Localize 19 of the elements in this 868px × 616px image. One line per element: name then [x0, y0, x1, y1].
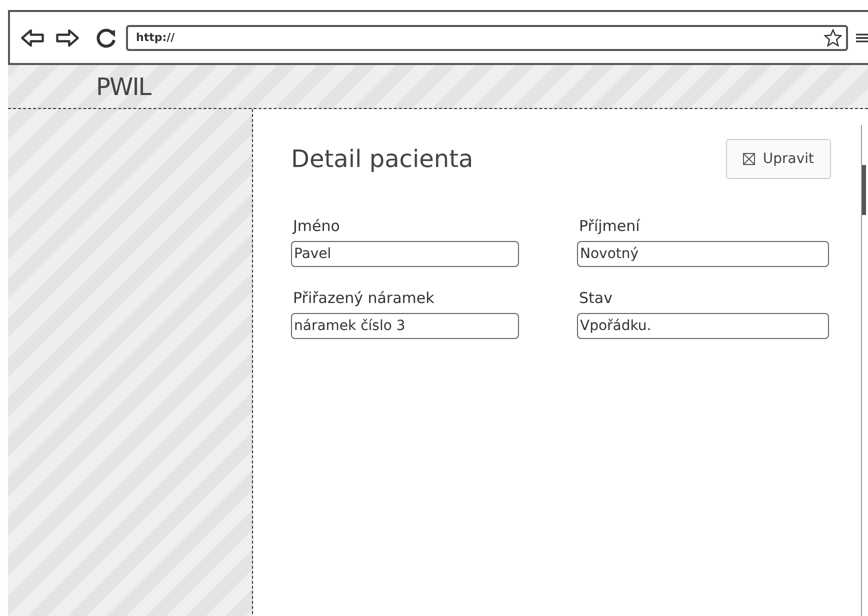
scrollbar[interactable]	[861, 125, 868, 616]
page-title: Detail pacienta	[291, 145, 474, 173]
edit-button[interactable]: Upravit	[726, 139, 831, 179]
star-icon[interactable]	[824, 28, 842, 46]
field-label: Stav	[578, 289, 614, 307]
reload-icon[interactable]	[94, 26, 118, 50]
back-icon[interactable]	[20, 28, 46, 48]
input-field[interactable]: Pavel	[291, 241, 519, 267]
forward-icon[interactable]	[54, 28, 80, 48]
input-field[interactable]: Novotný	[577, 241, 829, 267]
crossed-box-icon	[742, 153, 755, 165]
logo: PWIL	[96, 72, 151, 100]
menu-icon[interactable]	[856, 32, 868, 44]
address-bar[interactable]: http://	[126, 24, 848, 50]
field-label: Příjmení	[578, 217, 641, 235]
field-label: Přiřazený náramek	[292, 289, 436, 307]
input-field[interactable]: Vpořádku.	[577, 313, 829, 339]
field-label: Jméno	[291, 217, 341, 235]
input-field[interactable]: náramek číslo 3	[291, 313, 519, 339]
